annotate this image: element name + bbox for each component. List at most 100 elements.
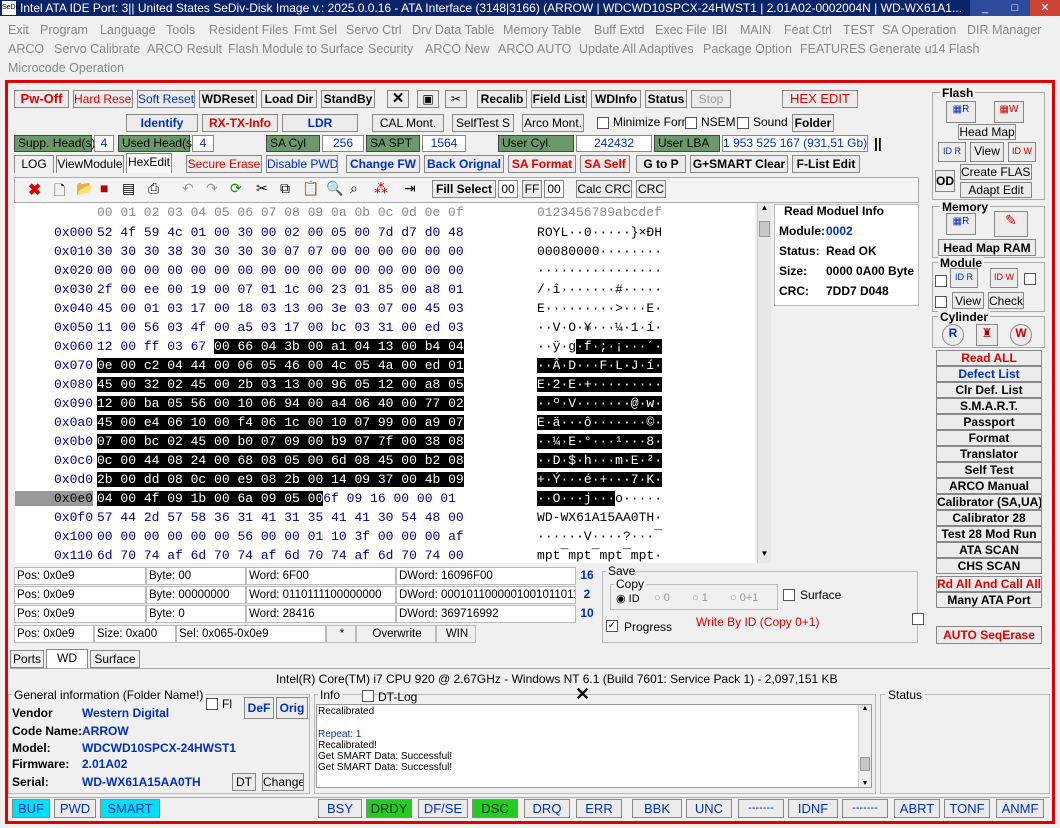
menu-item-microcode-operation[interactable]: Microcode Operation bbox=[8, 61, 124, 75]
head-map-button[interactable]: Head Map bbox=[958, 124, 1016, 140]
sound-checkbox[interactable] bbox=[737, 117, 749, 129]
right-btn-ata-scan[interactable]: ATA SCAN bbox=[936, 542, 1042, 558]
rx-tx-info-button[interactable]: RX-TX-Info bbox=[202, 114, 278, 132]
hex-bytes[interactable]: 30 30 30 38 30 30 30 30 07 07 00 00 00 0… bbox=[97, 244, 464, 259]
hex-bytes[interactable]: 45 00 32 02 45 00 2b 03 13 00 96 05 12 0… bbox=[97, 377, 464, 392]
disable-pwd-button[interactable]: Disable PWD bbox=[266, 155, 338, 173]
hex-row[interactable]: 0x0b0 07 00 bc 02 45 00 b0 07 09 00 b9 07… bbox=[15, 434, 755, 453]
hex-ascii[interactable]: +·Ý···é·+···7·K· bbox=[537, 472, 662, 487]
menu-item-feat-ctrl[interactable]: Feat Ctrl bbox=[784, 23, 832, 37]
save-disk-icon[interactable]: ▣ bbox=[417, 90, 439, 108]
scroll-thumb[interactable] bbox=[860, 757, 870, 771]
sa-format-button[interactable]: SA Format bbox=[508, 155, 576, 173]
menu-item-arco-result[interactable]: ARCO Result bbox=[147, 42, 222, 56]
hex-ascii[interactable]: E·ä···ô·······©· bbox=[537, 415, 662, 430]
hex-bytes[interactable]: 0e 00 c2 04 44 00 06 05 46 00 4c 05 4a 0… bbox=[97, 358, 464, 373]
hex-ascii[interactable]: E·2·E·+········· bbox=[537, 377, 662, 392]
id-read-icon[interactable]: ID R bbox=[938, 142, 966, 162]
menu-item-exec-file[interactable]: Exec File bbox=[655, 23, 706, 37]
hex-ascii[interactable]: ··O···j···o····· bbox=[537, 491, 662, 506]
save-as-icon[interactable]: ▤ bbox=[122, 180, 135, 197]
sa-self-button[interactable]: SA Self bbox=[580, 155, 630, 173]
surface-checkbox[interactable] bbox=[783, 589, 795, 601]
scroll-down-icon[interactable]: ▼ bbox=[758, 549, 771, 563]
hex-row[interactable]: 0x0c0 0c 00 44 08 24 00 68 08 05 00 6d 08… bbox=[15, 453, 755, 472]
hex-row[interactable]: 0x070 0e 00 c2 04 44 00 06 05 46 00 4c 05… bbox=[15, 358, 755, 377]
save-icon[interactable]: ■ bbox=[100, 180, 108, 196]
right-btn-rd-all-and-call-all[interactable]: Rd All And Call All bbox=[936, 576, 1042, 592]
hex-bytes[interactable]: 12 00 ff 03 67 00 66 04 3b 00 a1 04 13 0… bbox=[97, 339, 464, 354]
tab-log[interactable]: LOG bbox=[14, 155, 54, 173]
hex-bytes[interactable]: 45 00 e4 06 10 00 f4 06 1c 00 10 07 99 0… bbox=[97, 415, 464, 430]
right-btn-format[interactable]: Format bbox=[936, 430, 1042, 446]
field-list-button[interactable]: Field List bbox=[531, 90, 587, 108]
standby-button[interactable]: StandBy bbox=[321, 90, 375, 108]
menu-item-language[interactable]: Language bbox=[100, 23, 156, 37]
bookmark-icon[interactable]: ⁂ bbox=[374, 180, 388, 197]
menu-item-dir-manager[interactable]: DIR Manager bbox=[967, 23, 1041, 37]
menu-item-features[interactable]: FEATURES bbox=[800, 42, 866, 56]
menu-item-package-option[interactable]: Package Option bbox=[703, 42, 792, 56]
menu-item-resident-files[interactable]: Resident Files bbox=[209, 23, 288, 37]
scroll-up-icon[interactable]: ▲ bbox=[758, 203, 771, 217]
right-btn-passport[interactable]: Passport bbox=[936, 414, 1042, 430]
cal-mont-button[interactable]: CAL Mont. bbox=[372, 114, 444, 132]
hex-edit-button[interactable]: HEX EDIT bbox=[782, 90, 858, 108]
hex-bytes[interactable]: 45 00 01 03 17 00 18 03 13 00 3e 03 07 0… bbox=[97, 301, 464, 316]
adapt-edit-button[interactable]: Adapt Edit bbox=[960, 182, 1032, 198]
new-file-icon[interactable]: 🗋 bbox=[54, 180, 65, 204]
progress-checkbox[interactable]: ✓ bbox=[606, 620, 618, 632]
status-button[interactable]: Status bbox=[645, 90, 687, 108]
hex-row[interactable]: 0x110 6d 70 74 af 6d 70 74 af 6d 70 74 af… bbox=[15, 548, 755, 563]
module-write-icon[interactable]: ID W bbox=[990, 268, 1018, 288]
flash-view-button[interactable]: View bbox=[970, 142, 1004, 162]
cylinder-write-icon[interactable]: W bbox=[1010, 324, 1032, 346]
right-btn-calibrator-sa-ua[interactable]: Calibrator (SA,UA) bbox=[936, 494, 1042, 510]
hex-row[interactable]: 0x080 45 00 32 02 45 00 2b 03 13 00 96 05… bbox=[15, 377, 755, 396]
hex-scrollbar[interactable]: ▲ ▼ bbox=[757, 203, 771, 563]
menu-item-buff-extd[interactable]: Buff Extd bbox=[594, 23, 645, 37]
right-btn-translator[interactable]: Translator bbox=[936, 446, 1042, 462]
hex-ascii[interactable]: ······V····?···¯ bbox=[537, 529, 662, 544]
hard-reset-button[interactable]: Hard Reset bbox=[73, 90, 133, 108]
log-scrollbar[interactable]: ▲ ▼ bbox=[858, 705, 871, 787]
tab-wd[interactable]: WD bbox=[46, 649, 88, 669]
close-icon[interactable]: ✕ bbox=[387, 90, 409, 108]
right-btn-calibrator-28[interactable]: Calibrator 28 bbox=[936, 510, 1042, 526]
hex-ascii[interactable]: /·î·······#····· bbox=[537, 282, 662, 297]
maximize-window-button[interactable]: □ bbox=[1000, 0, 1030, 16]
hex-bytes[interactable]: 2b 00 dd 08 0c 00 e9 08 2b 00 14 09 37 0… bbox=[97, 472, 464, 487]
arco-mont-button[interactable]: Arco Mont. bbox=[522, 114, 584, 132]
right-btn-many-ata-port[interactable]: Many ATA Port bbox=[936, 592, 1042, 608]
menu-item-arco[interactable]: ARCO bbox=[8, 42, 44, 56]
hex-bytes[interactable]: 57 44 2d 57 58 36 31 41 31 35 41 41 30 5… bbox=[97, 510, 464, 525]
menu-item-ibi[interactable]: IBI bbox=[712, 23, 727, 37]
delete-icon[interactable]: ✖ bbox=[28, 180, 41, 200]
hex-row[interactable]: 0x020 00 00 00 00 00 00 00 00 00 00 00 00… bbox=[15, 263, 755, 282]
hex-row[interactable]: 0x090 12 00 ba 05 56 00 10 06 94 00 a4 06… bbox=[15, 396, 755, 415]
orig-button[interactable]: Orig bbox=[276, 697, 308, 719]
hex-ascii[interactable]: ··º·V·······@·w· bbox=[537, 396, 662, 411]
copy-icon[interactable]: ⧉ bbox=[280, 180, 290, 197]
hex-ascii[interactable]: mpt¯mpt¯mpt¯mpt· bbox=[537, 548, 662, 563]
scroll-up-icon[interactable]: ▲ bbox=[859, 705, 871, 712]
right-btn-self-test[interactable]: Self Test bbox=[936, 462, 1042, 478]
module-checkbox-2[interactable] bbox=[1024, 273, 1036, 285]
cylinder-read-icon[interactable]: R bbox=[942, 324, 964, 346]
info-tab[interactable]: Info bbox=[318, 688, 343, 702]
hex-ascii[interactable]: ··Â·D···F·L·J·í· bbox=[537, 358, 662, 373]
hex-row[interactable]: 0x0e0 04 00 4f 09 1b 00 6a 09 05 006f 09 … bbox=[15, 491, 755, 510]
folder-button[interactable]: Folder bbox=[792, 114, 834, 132]
redo-icon[interactable]: ↷ bbox=[206, 180, 218, 197]
dt-button[interactable]: DT bbox=[232, 773, 256, 791]
minimize-form-checkbox[interactable] bbox=[597, 117, 609, 129]
change-fw-button[interactable]: Change FW bbox=[346, 155, 420, 173]
scroll-thumb[interactable] bbox=[759, 221, 770, 237]
back-orignal-button[interactable]: Back Orignal bbox=[424, 155, 504, 173]
paste-icon[interactable]: 📋 bbox=[302, 180, 319, 197]
hex-row[interactable]: 0x030 2f 00 ee 00 19 00 07 01 1c 00 23 01… bbox=[15, 282, 755, 301]
hex-bytes[interactable]: 04 00 4f 09 1b 00 6a 09 05 006f 09 16 00… bbox=[97, 491, 456, 506]
cylinder-tool-icon[interactable]: ♜ bbox=[976, 324, 998, 346]
calc-crc-button[interactable]: Calc CRC bbox=[576, 180, 632, 198]
hex-bytes[interactable]: 07 00 bc 02 45 00 b0 07 09 00 b9 07 7f 0… bbox=[97, 434, 464, 449]
